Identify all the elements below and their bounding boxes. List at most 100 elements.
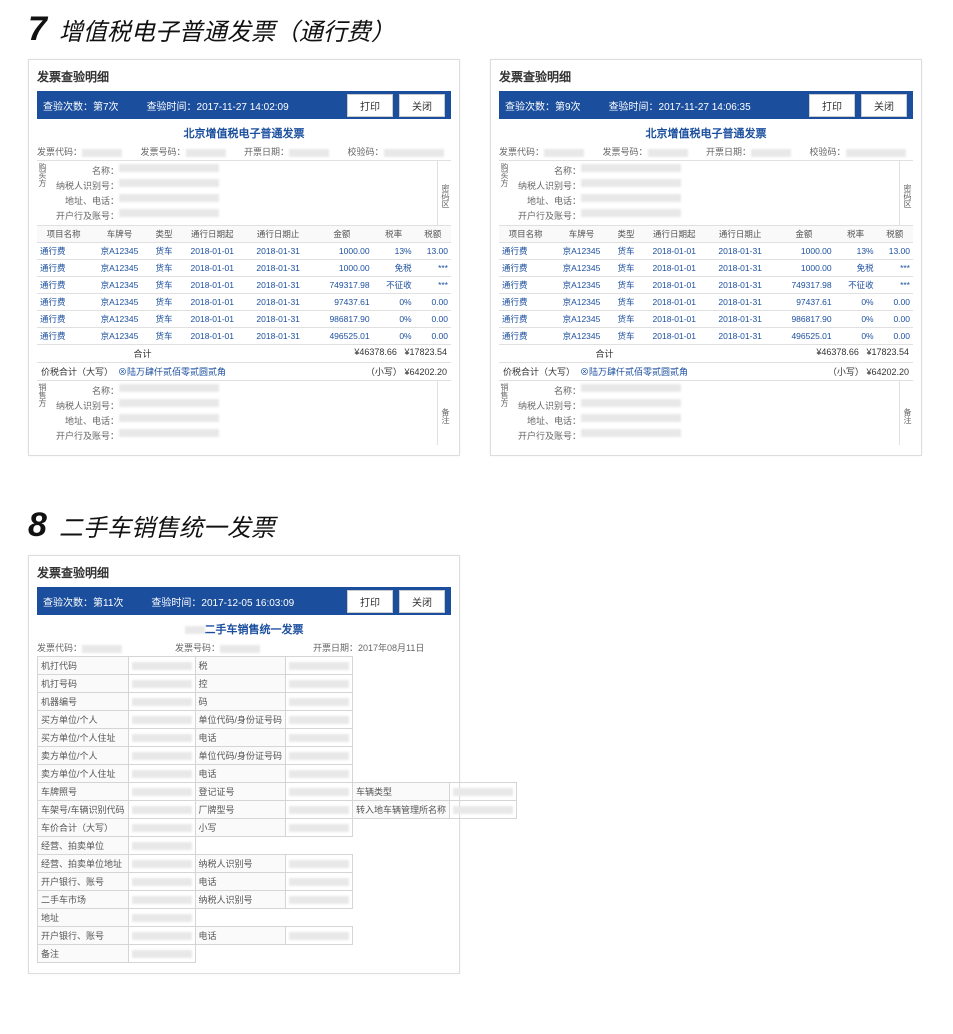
used-car-panel-row: 发票查验明细 查验次数：第11次 查验时间：2017-12-05 16:03:0… — [0, 555, 953, 1034]
grid-row: 备注 — [38, 945, 517, 963]
close-button[interactable]: 关闭 — [399, 94, 445, 117]
cell: 0.00 — [415, 311, 451, 328]
grid-value — [128, 693, 195, 711]
col-date-from: 通行日期起 — [641, 226, 707, 243]
grid-value — [128, 945, 195, 963]
cell: 2018-01-01 — [641, 311, 707, 328]
subtotal-label: 合计 — [503, 347, 706, 360]
seller-note-label: 备注 — [437, 381, 451, 445]
grid-row: 机打代码税 — [38, 657, 517, 675]
col-rate: 税率 — [373, 226, 415, 243]
print-button[interactable]: 打印 — [809, 94, 855, 117]
cell: 749317.98 — [311, 277, 373, 294]
redacted — [289, 752, 349, 760]
taxtotal-cn: ⊗陆万肆仟贰佰零贰圆贰角 — [118, 367, 226, 377]
password-area-label: 密码区 — [437, 161, 451, 225]
cell: 0.00 — [415, 294, 451, 311]
cell: *** — [415, 277, 451, 294]
taxtotal-value: ¥64202.20 — [866, 367, 909, 377]
close-button[interactable]: 关闭 — [399, 590, 445, 613]
redacted — [289, 716, 349, 724]
cell: 986817.90 — [311, 311, 373, 328]
grid-value — [286, 873, 353, 891]
redacted — [453, 806, 513, 814]
redacted — [132, 932, 192, 940]
panel-b-seller: 销售方 备注 名称： 纳税人识别号： 地址、电话： 开户行及账号： — [499, 380, 913, 445]
redacted — [132, 716, 192, 724]
cell: 京A12345 — [90, 328, 148, 345]
grid-row: 机器编号码 — [38, 693, 517, 711]
cell: 13.00 — [877, 243, 913, 260]
redacted — [289, 932, 349, 940]
panel-a-check-count: 查验次数：第7次 — [43, 98, 119, 113]
table-row: 通行费京A12345货车2018-01-012018-01-311000.00免… — [37, 260, 451, 277]
grid-label: 经营、拍卖单位 — [38, 837, 129, 855]
print-button[interactable]: 打印 — [347, 94, 393, 117]
redacted — [82, 149, 122, 157]
buyer-name-label: 名称： — [517, 164, 581, 177]
cell: 通行费 — [499, 311, 552, 328]
cell: 货车 — [611, 243, 642, 260]
redacted — [185, 626, 205, 634]
grid-value — [286, 729, 353, 747]
cell: 京A12345 — [90, 294, 148, 311]
close-button[interactable]: 关闭 — [861, 94, 907, 117]
grid-label: 机打号码 — [38, 675, 129, 693]
col-rate: 税率 — [835, 226, 877, 243]
redacted — [289, 680, 349, 688]
table-row: 通行费京A12345货车2018-01-012018-01-31496525.0… — [499, 328, 913, 345]
cell: 2018-01-01 — [179, 328, 245, 345]
cell: 货车 — [611, 294, 642, 311]
cell: 免税 — [373, 260, 415, 277]
seller-name-label: 名称： — [55, 384, 119, 397]
redacted — [751, 149, 791, 157]
redacted — [132, 914, 192, 922]
taxtotal-label: 价税合计（大写） — [41, 367, 113, 377]
grid-value — [128, 909, 195, 927]
grid-value — [128, 873, 195, 891]
section-8-title: 二手车销售统一发票 — [59, 508, 275, 543]
grid-label: 登记证号 — [195, 783, 286, 801]
invoice-panel-a: 发票查验明细 查验次数：第7次 查验时间：2017-11-27 14:02:09… — [28, 59, 460, 456]
grid-value — [128, 837, 195, 855]
redacted — [384, 149, 444, 157]
print-button[interactable]: 打印 — [347, 590, 393, 613]
seller-tax-label: 纳税人识别号： — [55, 399, 119, 412]
cell: 货车 — [611, 311, 642, 328]
table-row: 通行费京A12345货车2018-01-012018-01-311000.00免… — [499, 260, 913, 277]
redacted — [132, 698, 192, 706]
col-plate: 车牌号 — [552, 226, 610, 243]
redacted — [132, 680, 192, 688]
grid-value — [286, 765, 353, 783]
seller-side-label: 销售方 — [37, 383, 47, 407]
redacted — [119, 429, 219, 437]
redacted — [544, 149, 584, 157]
redacted — [648, 149, 688, 157]
redacted — [132, 860, 192, 868]
redacted — [289, 860, 349, 868]
cell: 通行费 — [37, 328, 90, 345]
seller-note-label: 备注 — [899, 381, 913, 445]
cell: 京A12345 — [90, 243, 148, 260]
redacted — [453, 788, 513, 796]
panel-a-items-table: 项目名称 车牌号 类型 通行日期起 通行日期止 金额 税率 税额 通行费京A12… — [37, 225, 451, 344]
taxtotal-cn: ⊗陆万肆仟贰佰零贰圆贰角 — [580, 367, 688, 377]
col-date-to: 通行日期止 — [707, 226, 773, 243]
grid-value — [286, 927, 353, 945]
cell: 2018-01-01 — [641, 277, 707, 294]
grid-label: 经营、拍卖单位地址 — [38, 855, 129, 873]
grid-row: 车价合计（大写）小写 — [38, 819, 517, 837]
col-tax: 税额 — [415, 226, 451, 243]
grid-value — [286, 819, 353, 837]
subtotal-amount: ¥46378.66 — [816, 347, 859, 357]
col-type: 类型 — [149, 226, 180, 243]
grid-value — [286, 675, 353, 693]
grid-value — [450, 783, 517, 801]
grid-row: 卖方单位/个人住址电话 — [38, 765, 517, 783]
panel-a-meta: 发票代码： 发票号码： 开票日期： 校验码： — [37, 143, 451, 160]
taxtotal-small-label: （小写） — [366, 367, 402, 377]
redacted — [132, 824, 192, 832]
cell: 986817.90 — [773, 311, 835, 328]
buyer-addr-label: 地址、电话： — [517, 194, 581, 207]
grid-value — [128, 819, 195, 837]
